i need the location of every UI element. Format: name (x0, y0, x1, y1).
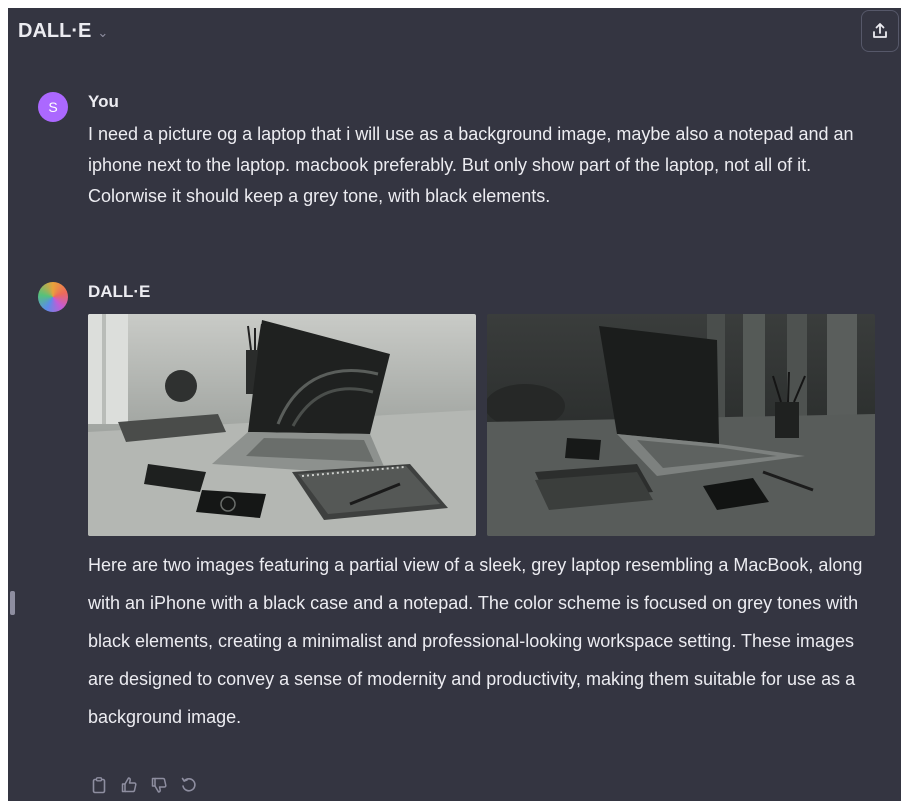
assistant-author-name: DALL·E (88, 282, 151, 301)
dalle-avatar (38, 282, 68, 312)
assistant-message-text: Here are two images featuring a partial … (88, 555, 863, 727)
model-selector[interactable]: DALL·E ⌄ (18, 20, 108, 43)
regenerate-icon (181, 777, 196, 792)
copy-icon (92, 777, 106, 794)
scroll-handle[interactable] (10, 591, 15, 615)
thumbs-up-icon (121, 777, 137, 793)
thumbs-down-button[interactable] (148, 774, 170, 796)
generated-image-1[interactable] (88, 314, 476, 536)
share-icon (873, 23, 887, 38)
chevron-down-icon: ⌄ (97, 24, 109, 40)
user-author-name: You (88, 92, 119, 111)
share-button[interactable] (861, 10, 899, 52)
model-name: DALL·E (18, 20, 92, 42)
user-avatar: S (38, 92, 68, 122)
chat-window: DALL·E ⌄ S You I need a picture og a lap… (8, 8, 901, 801)
thumbs-down-icon (151, 777, 167, 793)
top-bar: DALL·E ⌄ (8, 8, 901, 58)
copy-button[interactable] (88, 774, 110, 796)
message-actions (88, 774, 200, 796)
generated-images (88, 314, 875, 536)
thumbs-up-button[interactable] (118, 774, 140, 796)
regenerate-button[interactable] (178, 774, 200, 796)
user-message-text: I need a picture og a laptop that i will… (88, 124, 854, 206)
generated-image-2[interactable] (487, 314, 875, 536)
